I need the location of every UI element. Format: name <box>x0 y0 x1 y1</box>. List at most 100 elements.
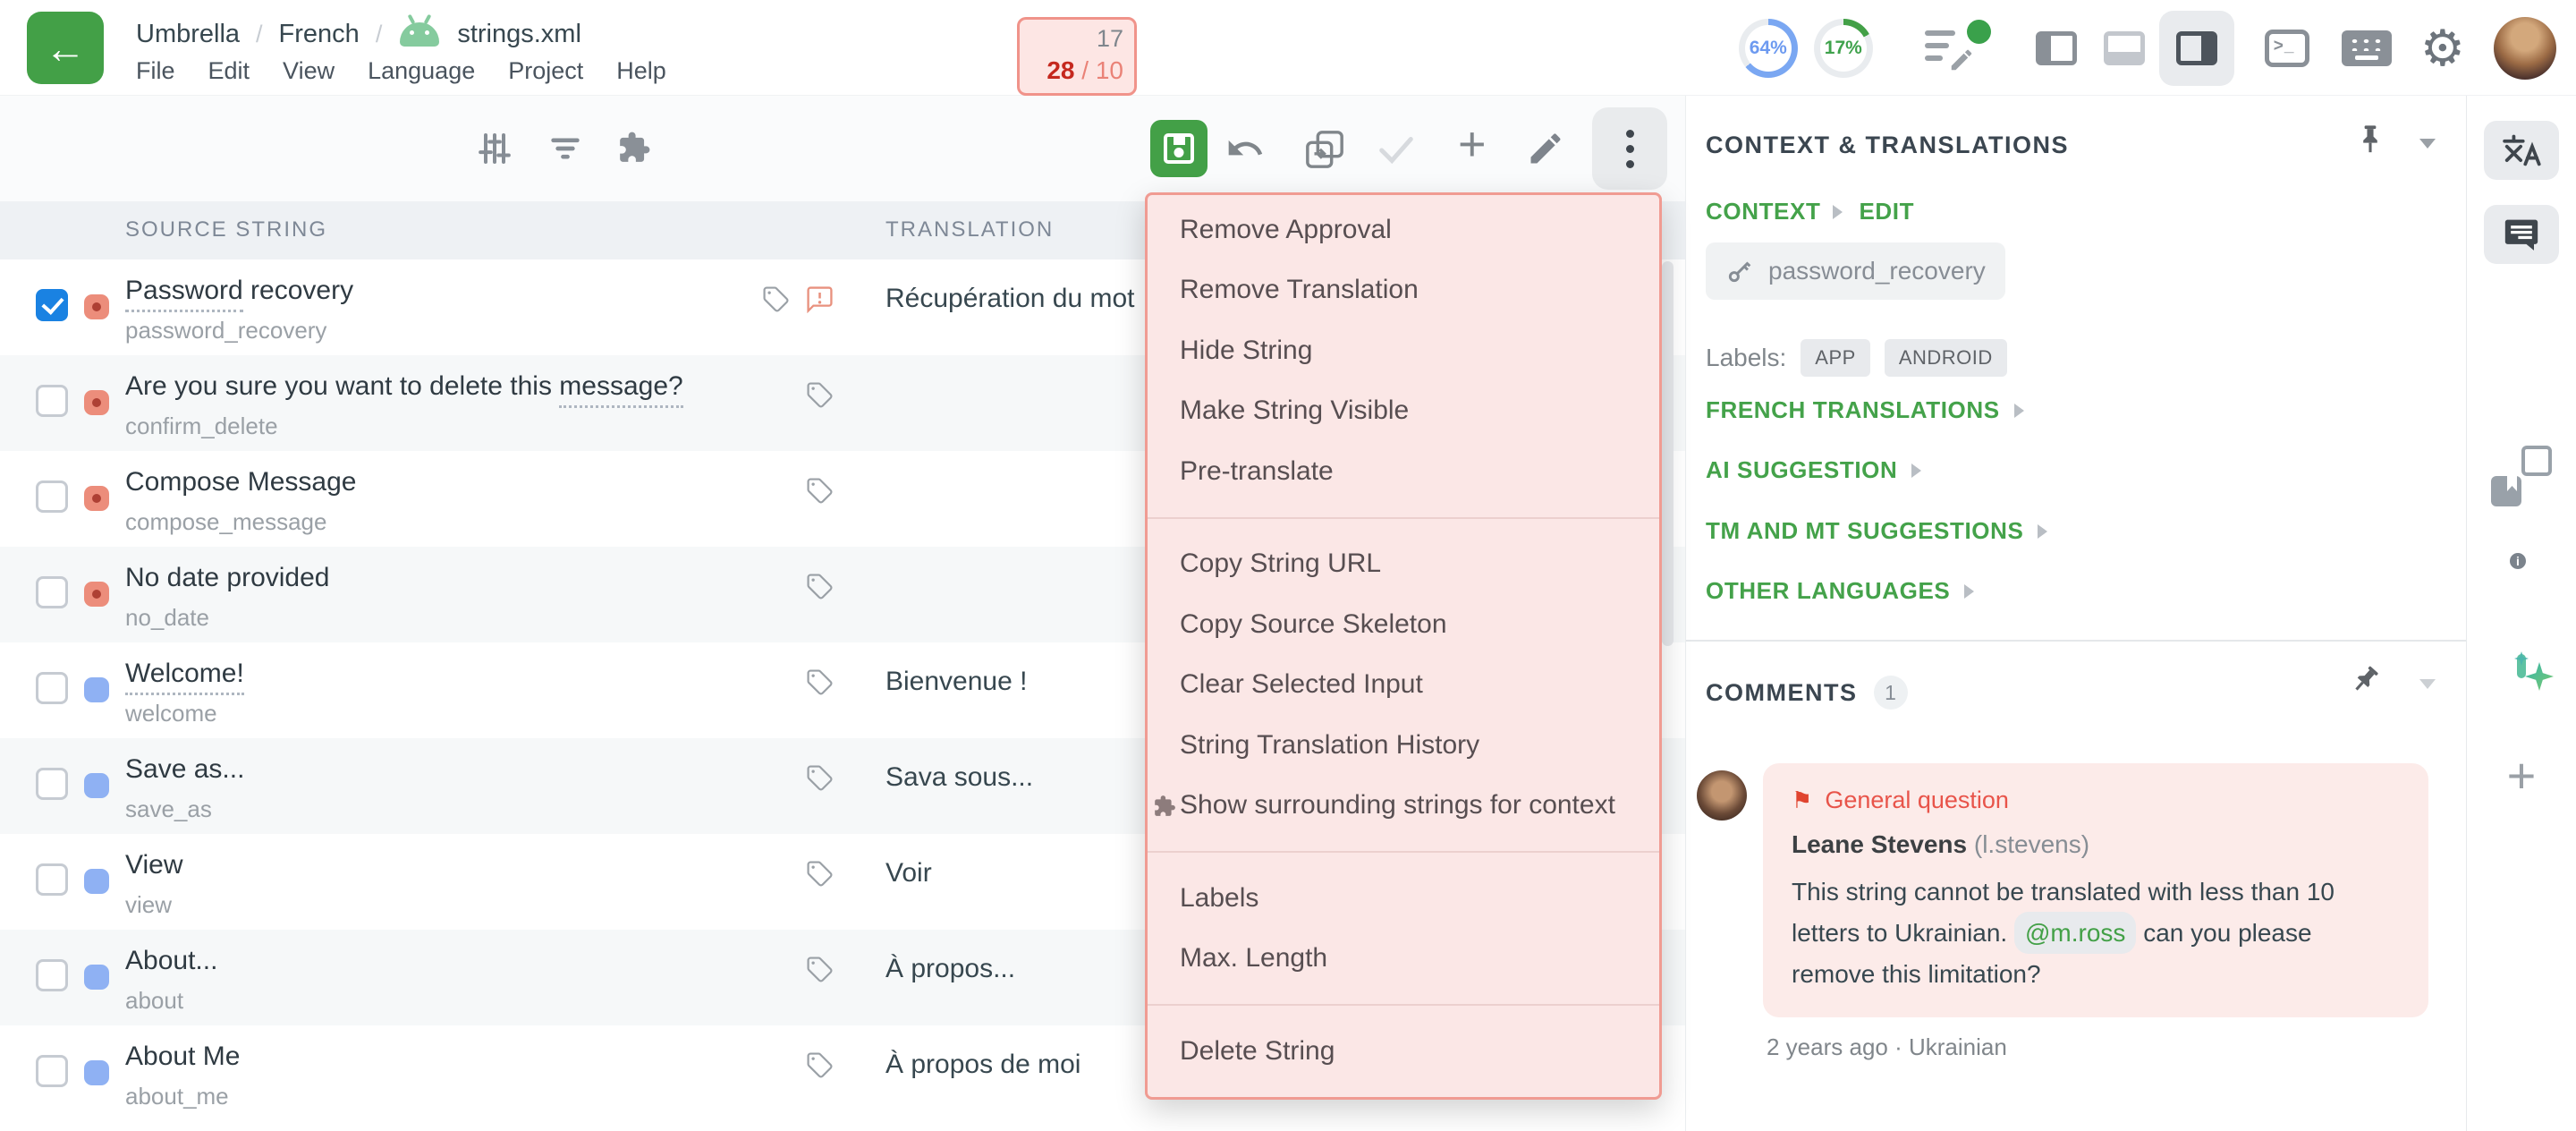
tag-icon[interactable] <box>762 285 790 313</box>
advanced-filter-tune-icon[interactable] <box>477 131 513 166</box>
menu-item-make-string-visible[interactable]: Make String Visible <box>1148 381 1659 442</box>
comment-author-name[interactable]: Leane Stevens <box>1792 830 1967 858</box>
menu-item-remove-approval[interactable]: Remove Approval <box>1148 200 1659 260</box>
bottom-panel-layout-icon[interactable] <box>2104 31 2145 65</box>
section-other-languages[interactable]: OTHER LANGUAGES <box>1706 577 1974 605</box>
row-checkbox[interactable] <box>36 768 68 800</box>
row-checkbox[interactable] <box>36 480 68 513</box>
mention-chip[interactable]: @m.ross <box>2014 912 2136 954</box>
tag-icon[interactable] <box>806 477 834 505</box>
tag-icon[interactable] <box>806 1051 834 1079</box>
label-chip[interactable]: APP <box>1801 339 1870 377</box>
translation-status-dot <box>84 486 109 511</box>
string-key: compose_message <box>125 508 356 536</box>
menu-item-copy-source-skeleton[interactable]: Copy Source Skeleton <box>1148 594 1659 655</box>
string-key: confirm_delete <box>125 412 683 440</box>
row-checkbox[interactable] <box>36 672 68 704</box>
plugins-puzzle-icon[interactable] <box>617 131 651 165</box>
pin-icon[interactable] <box>2355 124 2385 155</box>
menu-item-label: Labels <box>1180 883 1258 914</box>
add-panel-plus-icon[interactable]: + <box>2507 751 2537 801</box>
keyboard-shortcuts-icon[interactable] <box>2342 30 2392 66</box>
tab-edit[interactable]: EDIT <box>1859 198 1914 225</box>
label-chip[interactable]: ANDROID <box>1885 339 2007 377</box>
comment-issue-icon[interactable] <box>806 285 834 313</box>
tag-icon[interactable] <box>806 956 834 983</box>
comments-count-badge: 1 <box>1874 676 1908 710</box>
comment-author-avatar[interactable] <box>1697 770 1747 821</box>
list-scrollbar[interactable] <box>1662 261 1674 646</box>
menu-item-show-surrounding-strings[interactable]: Show surrounding strings for context <box>1148 776 1659 837</box>
menu-group-approval: Remove Approval Remove Translation Hide … <box>1148 195 1659 517</box>
breadcrumb: Umbrella / French / strings.xml <box>136 20 581 49</box>
menu-group-properties: Labels Max. Length <box>1148 853 1659 1004</box>
menu-item-pre-translate[interactable]: Pre-translate <box>1148 441 1659 502</box>
edit-pencil-icon[interactable] <box>1526 129 1565 168</box>
tag-icon[interactable] <box>806 573 834 600</box>
rail-comments-panel[interactable] <box>2484 205 2559 264</box>
row-checkbox[interactable] <box>36 1055 68 1087</box>
breadcrumb-language[interactable]: French <box>279 20 360 49</box>
rail-ai-panel[interactable] <box>2517 659 2526 675</box>
approved-progress-ring[interactable]: 17% <box>1814 19 1873 78</box>
position-count: 28 / 10 <box>1046 55 1123 91</box>
row-checkbox[interactable] <box>36 959 68 991</box>
translation-text: Récupération du mot <box>886 284 1135 314</box>
glossary-term: Welcome! <box>125 659 244 695</box>
string-key-chip[interactable]: password_recovery <box>1706 242 2005 300</box>
menu-edit[interactable]: Edit <box>208 57 250 85</box>
user-avatar[interactable] <box>2494 17 2556 80</box>
menu-project[interactable]: Project <box>508 57 583 85</box>
tag-icon[interactable] <box>806 381 834 409</box>
breadcrumb-project[interactable]: Umbrella <box>136 20 240 49</box>
row-checkbox[interactable] <box>36 863 68 896</box>
add-string-plus-icon[interactable]: + <box>1458 116 1487 172</box>
filter-icon[interactable] <box>547 131 583 166</box>
tag-icon[interactable] <box>806 860 834 888</box>
menu-item-delete-string[interactable]: Delete String <box>1148 1021 1659 1082</box>
editor-mode-icon[interactable] <box>1923 18 1993 79</box>
menu-view[interactable]: View <box>283 57 335 85</box>
menu-item-remove-translation[interactable]: Remove Translation <box>1148 260 1659 321</box>
menu-help[interactable]: Help <box>616 57 666 85</box>
more-actions-button[interactable] <box>1592 107 1667 190</box>
section-ai-suggestion[interactable]: AI SUGGESTION <box>1706 456 1921 484</box>
tag-icon[interactable] <box>806 668 834 696</box>
source-string-cell: About Me about_me <box>125 1042 240 1110</box>
source-text-plain: About... <box>125 946 217 975</box>
back-button[interactable]: ← <box>27 12 104 84</box>
section-french-translations[interactable]: FRENCH TRANSLATIONS <box>1706 396 2024 424</box>
menu-item-hide-string[interactable]: Hide String <box>1148 320 1659 381</box>
undo-icon[interactable] <box>1225 129 1265 168</box>
tab-context[interactable]: CONTEXT <box>1706 198 1820 225</box>
terminal-icon[interactable]: >_ <box>2265 30 2309 67</box>
translation-status-dot <box>84 773 109 798</box>
section-label: FRENCH TRANSLATIONS <box>1706 396 2000 424</box>
tag-icon[interactable] <box>806 764 834 792</box>
menu-file[interactable]: File <box>136 57 175 85</box>
section-tm-mt-suggestions[interactable]: TM AND MT SUGGESTIONS <box>1706 517 2047 545</box>
row-icons <box>680 956 834 983</box>
menu-item-string-translation-history[interactable]: String Translation History <box>1148 715 1659 776</box>
unpin-icon[interactable] <box>2343 659 2386 702</box>
menu-item-labels[interactable]: Labels <box>1148 868 1659 929</box>
row-checkbox[interactable] <box>36 289 68 321</box>
breadcrumb-file[interactable]: strings.xml <box>457 20 581 49</box>
menu-language[interactable]: Language <box>368 57 475 85</box>
settings-gear-icon[interactable]: ⚙ <box>2420 23 2465 73</box>
menu-item-max-length[interactable]: Max. Length <box>1148 929 1659 990</box>
chevron-down-icon[interactable] <box>2419 139 2436 149</box>
rail-translate-panel[interactable] <box>2484 121 2559 180</box>
row-checkbox[interactable] <box>36 576 68 608</box>
left-panel-layout-icon[interactable] <box>2036 31 2077 65</box>
row-checkbox[interactable] <box>36 385 68 417</box>
menu-item-clear-selected-input[interactable]: Clear Selected Input <box>1148 655 1659 716</box>
source-string-cell: Password recovery password_recovery <box>125 276 353 344</box>
right-panel-layout-button[interactable] <box>2159 11 2234 86</box>
save-button[interactable] <box>1150 120 1208 177</box>
copy-source-icon[interactable] <box>1304 129 1345 170</box>
comment-author-username: (l.stevens) <box>1974 830 2089 858</box>
translated-progress-ring[interactable]: 64% <box>1739 19 1798 78</box>
chevron-down-icon[interactable] <box>2419 679 2436 689</box>
menu-item-copy-string-url[interactable]: Copy String URL <box>1148 534 1659 595</box>
